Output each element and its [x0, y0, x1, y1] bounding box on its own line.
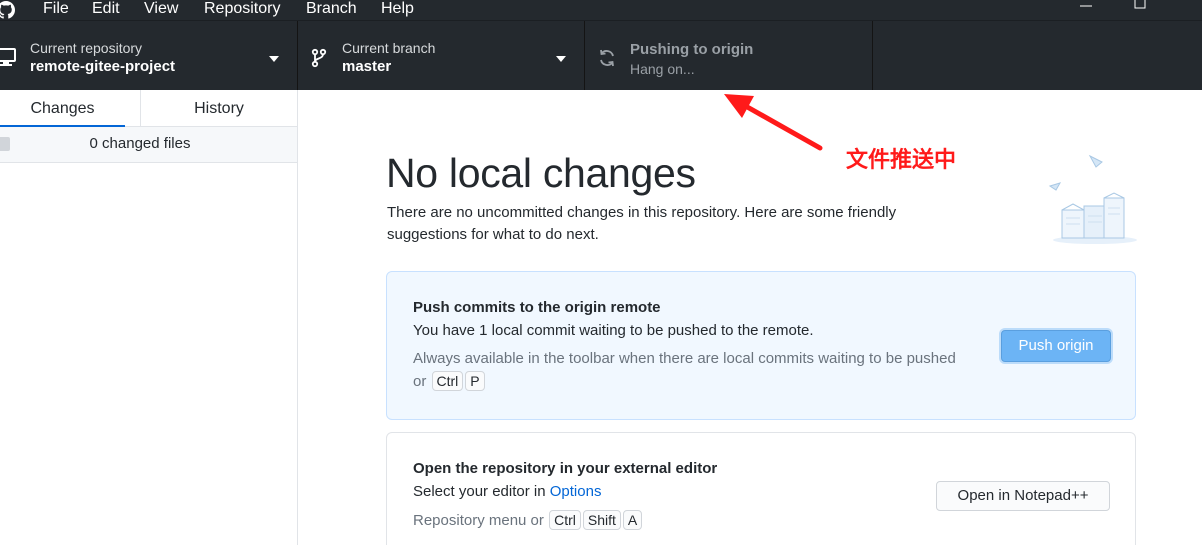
sidebar-tabs: Changes History: [0, 90, 297, 127]
repository-selector[interactable]: Current repository remote-gitee-project: [0, 21, 298, 91]
tab-changes[interactable]: Changes: [0, 90, 125, 127]
editor-card-description: Select your editor in Options: [413, 483, 601, 500]
menu-edit[interactable]: Edit: [92, 0, 120, 20]
options-link[interactable]: Options: [550, 483, 602, 500]
push-commits-card: Push commits to the origin remote You ha…: [386, 271, 1136, 420]
editor-card-note: Repository menu or Ctrl Shift A: [413, 509, 973, 532]
github-logo-icon: [0, 1, 15, 19]
monitor-icon: [0, 48, 16, 66]
open-in-editor-button[interactable]: Open in Notepad++: [936, 481, 1110, 511]
page-subtext: There are no uncommitted changes in this…: [387, 204, 897, 243]
menu-repository[interactable]: Repository: [204, 0, 280, 20]
changed-files-count: 0 changed files: [89, 135, 191, 152]
menu-branch[interactable]: Branch: [306, 0, 357, 20]
sync-icon: [600, 49, 614, 67]
push-origin-button[interactable]: Pushing to origin Hang on...: [585, 21, 873, 91]
tab-history[interactable]: History: [141, 90, 297, 127]
push-card-note-text: Always available in the toolbar when the…: [413, 350, 956, 390]
menu-view[interactable]: View: [144, 0, 178, 20]
open-editor-card: Open the repository in your external edi…: [386, 432, 1136, 545]
branch-selector[interactable]: Current branch master: [298, 21, 585, 91]
menu-file[interactable]: File: [43, 0, 69, 20]
changed-files-header: 0 changed files: [0, 127, 297, 163]
editor-card-note-text: Repository menu or: [413, 512, 544, 529]
editor-card-title: Open the repository in your external edi…: [413, 460, 718, 477]
annotation-label: 文件推送中: [846, 148, 957, 173]
kbd-shift: Shift: [582, 510, 621, 530]
repository-label: Current repository: [30, 40, 143, 56]
chevron-down-icon: [269, 56, 279, 62]
push-card-title: Push commits to the origin remote: [413, 299, 661, 316]
push-card-description: You have 1 local commit waiting to be pu…: [413, 322, 814, 339]
maximize-icon[interactable]: [1130, 0, 1150, 16]
kbd-a: A: [622, 510, 643, 530]
page-title: No local changes: [386, 150, 696, 196]
kbd-p: P: [465, 371, 485, 391]
sidebar: Changes History 0 changed files: [0, 90, 298, 545]
branch-name: master: [342, 58, 392, 75]
push-status-label: Pushing to origin: [630, 41, 754, 58]
minimize-icon[interactable]: [1076, 0, 1096, 16]
kbd-ctrl: Ctrl: [431, 371, 464, 391]
push-status-detail: Hang on...: [630, 61, 695, 77]
toolbar: Current repository remote-gitee-project …: [0, 20, 1202, 91]
annotation-arrow-icon: [724, 94, 823, 151]
menu-bar: File Edit View Repository Branch Help: [0, 0, 1202, 20]
menu-help[interactable]: Help: [381, 0, 414, 20]
push-origin-card-button[interactable]: Push origin: [1001, 330, 1111, 362]
chevron-down-icon: [556, 56, 566, 62]
branch-label: Current branch: [342, 40, 436, 56]
git-branch-icon: [311, 48, 327, 68]
editor-card-desc-text: Select your editor in: [413, 483, 546, 500]
empty-state-illustration-icon: [1048, 154, 1137, 244]
repository-name: remote-gitee-project: [30, 58, 176, 75]
kbd-ctrl: Ctrl: [549, 510, 581, 530]
push-card-note: Always available in the toolbar when the…: [413, 347, 973, 393]
